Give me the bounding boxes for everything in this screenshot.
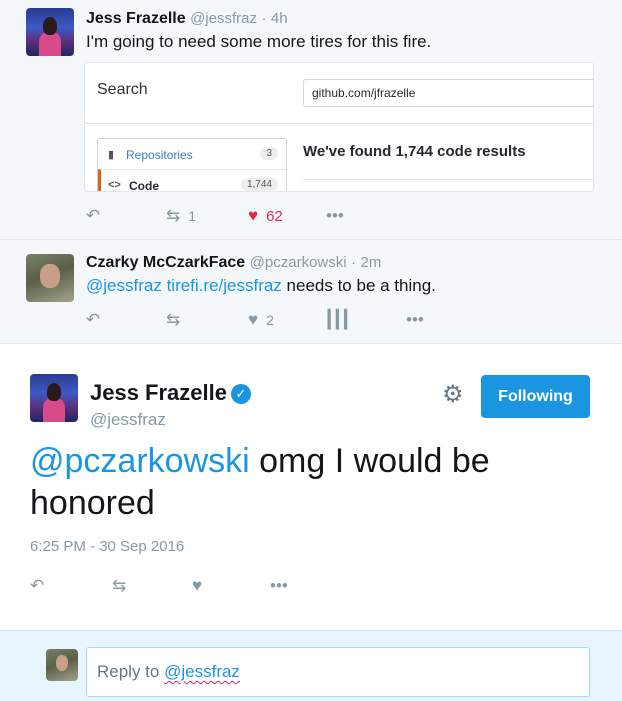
like-button[interactable]: ♥: [192, 576, 202, 596]
more-button[interactable]: •••: [270, 576, 288, 596]
retweet-count: 1: [188, 208, 197, 224]
timestamp[interactable]: 4h: [271, 10, 288, 27]
more-icon: •••: [326, 206, 344, 225]
author-handle[interactable]: @jessfraz: [190, 10, 257, 27]
retweet-button[interactable]: ⇆: [112, 576, 126, 596]
like-button[interactable]: ♥ 62: [248, 206, 283, 226]
tweet-text: @jessfraz tirefi.re/jessfraz needs to be…: [86, 276, 436, 296]
code-icon: <>: [108, 179, 121, 191]
bar-chart-icon: ┃┃┃: [324, 310, 351, 329]
search-input: github.com/jfrazelle: [303, 79, 593, 107]
retweet-icon: ⇆: [112, 576, 127, 595]
permalink-tweet: Jess Frazelle ✓ @jessfraz ⚙ Following @pc…: [0, 344, 622, 630]
divider: [85, 123, 593, 124]
more-icon: •••: [270, 576, 288, 595]
avatar[interactable]: [26, 8, 74, 56]
reply-button[interactable]: ↶: [86, 206, 100, 226]
mention-link[interactable]: @jessfraz: [86, 276, 162, 295]
heart-icon: ♥: [248, 310, 259, 329]
tweet-text-rest: needs to be a thing.: [286, 276, 436, 295]
book-icon: ▮: [108, 149, 115, 161]
tweet-text: @pczarkowski omg I would be honored: [30, 440, 590, 524]
menu-item-repositories: ▮ Repositories 3: [98, 139, 286, 169]
url-link[interactable]: tirefi.re/jessfraz: [167, 276, 282, 295]
separator-dot: ·: [261, 10, 267, 27]
retweet-button[interactable]: ⇆: [166, 310, 180, 330]
tweet-jessfraz-tires[interactable]: Jess Frazelle @jessfraz · 4h I'm going t…: [0, 0, 622, 240]
reply-prefix: Reply to: [97, 662, 160, 681]
gear-icon[interactable]: ⚙: [442, 380, 464, 409]
counter-badge: 1,744: [240, 178, 278, 191]
heart-icon: ♥: [248, 206, 259, 225]
menu-label: Code: [129, 179, 159, 192]
author-name[interactable]: Czarky McCzarkFace: [86, 254, 245, 271]
avatar[interactable]: [26, 254, 74, 302]
more-button[interactable]: •••: [326, 206, 344, 226]
timestamp[interactable]: 2m: [360, 254, 381, 271]
following-button[interactable]: Following: [481, 375, 590, 418]
search-label: Search: [97, 81, 148, 98]
analytics-button[interactable]: ┃┃┃: [324, 310, 351, 330]
author-name[interactable]: Jess Frazelle: [86, 10, 186, 27]
tweet-pczarkowski[interactable]: Czarky McCzarkFace @pczarkowski · 2m @je…: [0, 240, 622, 344]
more-icon: •••: [406, 310, 424, 329]
like-count: 62: [266, 207, 283, 225]
verified-badge-icon: ✓: [230, 384, 251, 404]
reply-button[interactable]: ↶: [86, 310, 100, 330]
avatar: [46, 649, 78, 681]
tweet-text: I'm going to need some more tires for th…: [86, 32, 432, 51]
more-button[interactable]: •••: [406, 310, 424, 330]
result-count-text: We've found 1,744 code results: [303, 143, 526, 160]
retweet-icon: ⇆: [166, 206, 181, 225]
reply-icon: ↶: [86, 206, 101, 225]
like-count: 2: [266, 312, 274, 328]
author-handle[interactable]: @pczarkowski: [250, 254, 347, 271]
reply-composer: Reply to @jessfraz: [0, 630, 622, 701]
reply-button[interactable]: ↶: [30, 576, 44, 596]
mention-link[interactable]: @pczarkowski: [30, 442, 250, 480]
reply-icon: ↶: [30, 576, 45, 595]
menu-item-code: <> Code 1,744: [98, 169, 286, 192]
heart-icon: ♥: [192, 576, 203, 595]
avatar[interactable]: [30, 374, 78, 422]
tweet-timestamp[interactable]: 6:25 PM - 30 Sep 2016: [30, 538, 184, 555]
reply-mention: @jessfraz: [164, 662, 240, 681]
divider: [303, 179, 593, 180]
counter-badge: 3: [260, 147, 278, 160]
author-handle[interactable]: @jessfraz: [90, 410, 166, 430]
like-button[interactable]: ♥ 2: [248, 310, 274, 330]
separator-dot: ·: [351, 254, 357, 271]
author-name[interactable]: Jess Frazelle: [90, 380, 227, 405]
reply-input[interactable]: Reply to @jessfraz: [86, 647, 590, 697]
retweet-button[interactable]: ⇆ 1: [166, 206, 196, 226]
retweet-icon: ⇆: [166, 310, 181, 329]
menu-label: Repositories: [126, 148, 193, 162]
reply-icon: ↶: [86, 310, 101, 329]
filter-menu: ▮ Repositories 3 <> Code 1,744: [97, 138, 287, 192]
media-card[interactable]: Search github.com/jfrazelle ▮ Repositori…: [84, 62, 594, 192]
